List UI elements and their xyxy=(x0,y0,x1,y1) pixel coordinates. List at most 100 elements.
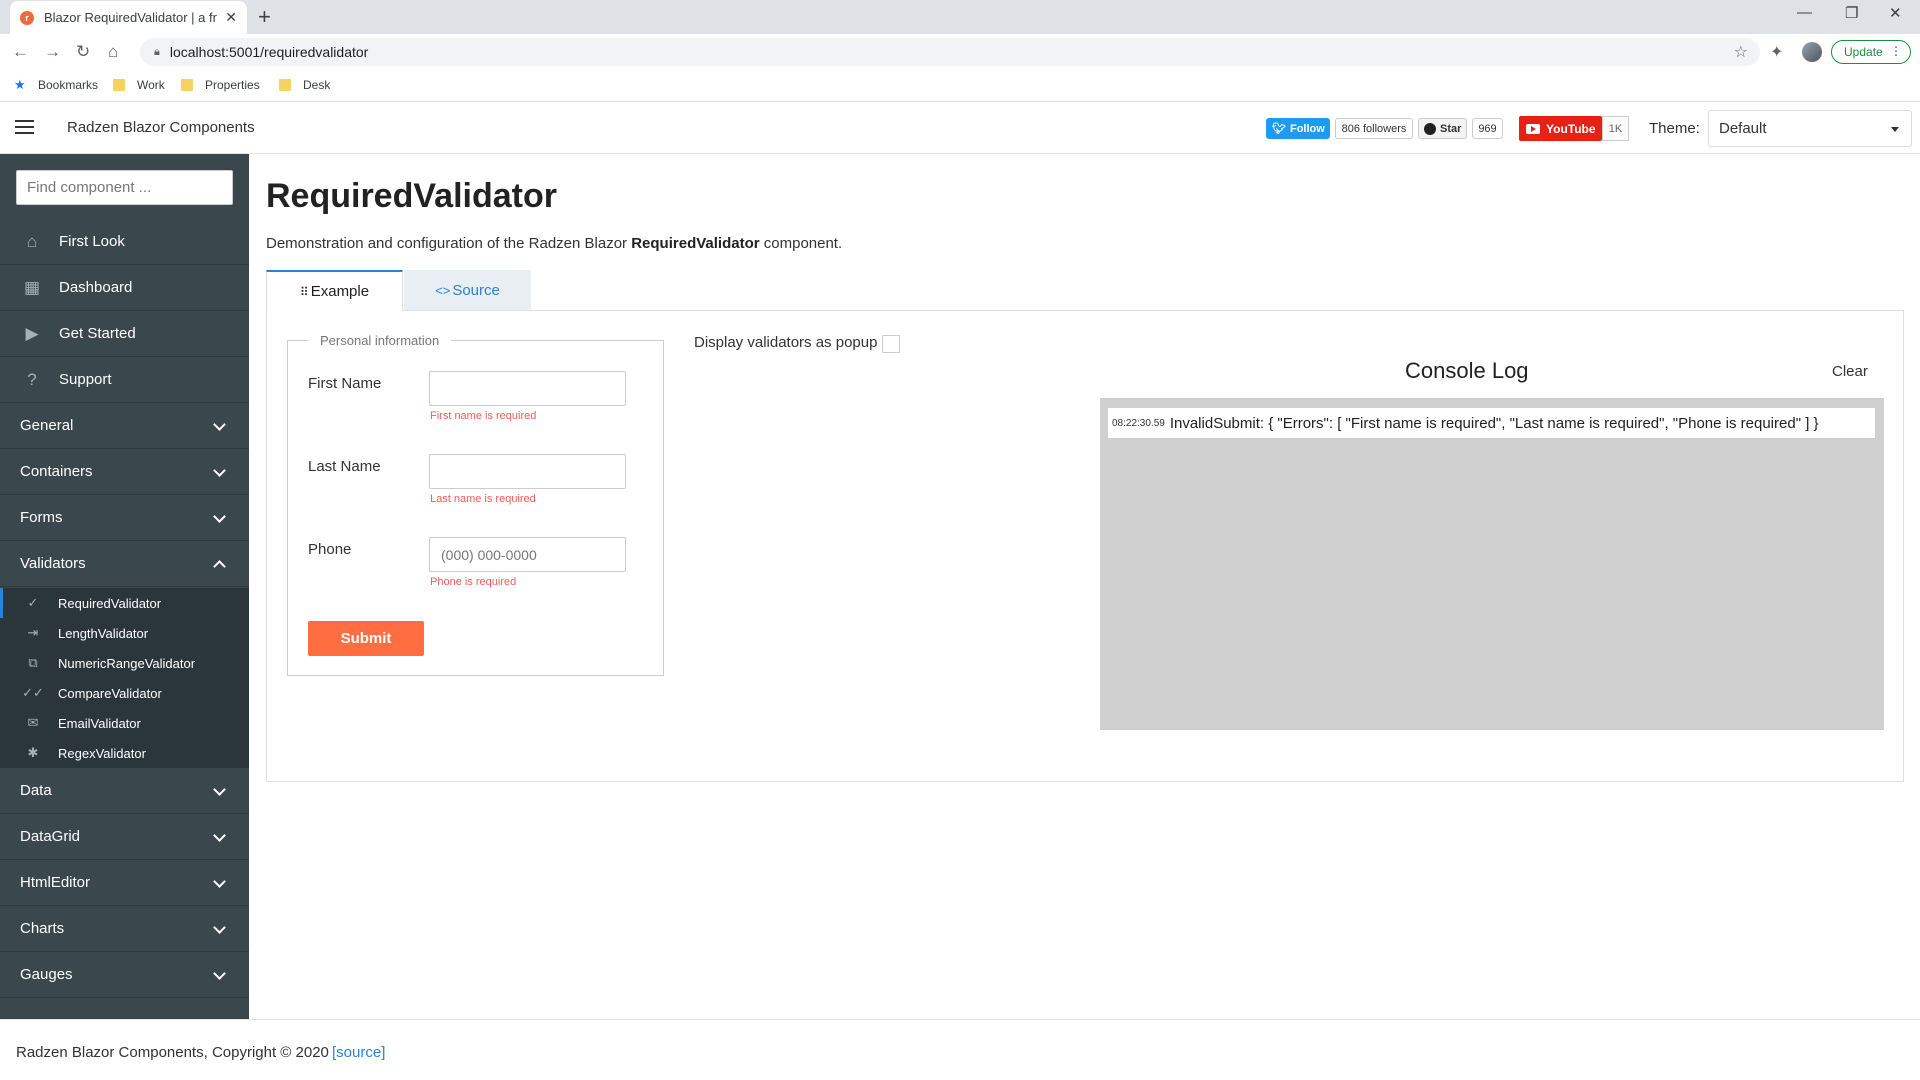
restore-icon[interactable]: ❐ xyxy=(1845,4,1858,22)
first-name-input[interactable] xyxy=(429,371,626,406)
email-icon: ✉ xyxy=(27,715,39,730)
sidebar-item-required-validator[interactable]: ✓ RequiredValidator xyxy=(0,588,249,618)
youtube-count[interactable]: 1K xyxy=(1602,116,1629,141)
chevron-down-icon xyxy=(213,510,226,523)
menu-dots-icon[interactable]: ⋮ xyxy=(1890,44,1902,58)
lock-icon: 🔒︎ xyxy=(154,45,160,58)
radzen-favicon-icon: r xyxy=(20,10,34,25)
first-name-error: First name is required xyxy=(430,410,537,422)
tab-source[interactable]: <> Source xyxy=(404,270,531,310)
sidebar-item-support[interactable]: ? Support xyxy=(0,357,249,403)
bookmark-desk[interactable]: Desk xyxy=(279,78,330,92)
bookmark-bookmarks[interactable]: ★ Bookmarks xyxy=(14,77,98,93)
twitter-followers-count[interactable]: 806 followers xyxy=(1335,118,1413,139)
youtube-button[interactable]: YouTube xyxy=(1519,116,1602,141)
folder-icon xyxy=(181,79,193,91)
footer-copyright: Radzen Blazor Components, Copyright © 20… xyxy=(16,1044,329,1061)
console-entry: 08:22:30.59 InvalidSubmit: { "Errors": [… xyxy=(1108,408,1875,438)
theme-dropdown[interactable]: Default xyxy=(1708,110,1912,147)
console-clear-button[interactable]: Clear xyxy=(1832,363,1868,380)
sidebar-group-label: Charts xyxy=(20,920,65,937)
extensions-icon[interactable]: ✦ xyxy=(1770,42,1783,62)
sidebar-item-dashboard[interactable]: ▦ Dashboard xyxy=(0,265,249,311)
youtube-play-icon xyxy=(1526,123,1540,134)
hamburger-menu-icon[interactable] xyxy=(15,120,34,134)
profile-avatar[interactable] xyxy=(1802,42,1822,62)
grid-icon: ⠿ xyxy=(299,284,309,299)
window-close-icon[interactable]: ✕ xyxy=(1889,4,1902,22)
sidebar-group-general[interactable]: General xyxy=(0,403,249,449)
page-description: Demonstration and configuration of the R… xyxy=(266,235,842,252)
footer: Radzen Blazor Components, Copyright © 20… xyxy=(0,1019,1920,1080)
address-bar[interactable]: 🔒︎ localhost:5001/requiredvalidator ☆ xyxy=(140,38,1760,66)
sidebar-item-numeric-range-validator[interactable]: ⧉ NumericRangeValidator xyxy=(0,648,249,678)
reload-icon[interactable]: ↻ xyxy=(76,42,90,62)
update-button[interactable]: Update ⋮ xyxy=(1831,40,1911,64)
code-icon: <> xyxy=(435,282,451,298)
footer-source-link[interactable]: [source] xyxy=(332,1044,385,1061)
sidebar-item-length-validator[interactable]: ⇥ LengthValidator xyxy=(0,618,249,648)
sidebar-group-charts[interactable]: Charts xyxy=(0,906,249,952)
regex-icon: ✱ xyxy=(27,745,39,760)
popup-toggle-label: Display validators as popup xyxy=(694,334,878,351)
update-label: Update xyxy=(1844,45,1883,59)
tab-close-icon[interactable]: ✕ xyxy=(225,9,237,26)
console-log-area xyxy=(1100,398,1884,730)
tab-example[interactable]: ⠿ Example xyxy=(266,270,403,311)
sidebar-item-label: Get Started xyxy=(59,325,136,342)
bookmark-work[interactable]: Work xyxy=(113,78,165,92)
bookmark-label: Work xyxy=(137,78,165,92)
sidebar-item-label: EmailValidator xyxy=(58,715,141,731)
theme-label: Theme: xyxy=(1649,120,1700,137)
console-timestamp: 08:22:30.59 xyxy=(1112,417,1165,429)
last-name-input[interactable] xyxy=(429,454,626,489)
browser-tab[interactable]: r Blazor RequiredValidator | a free ✕ xyxy=(10,1,247,34)
sidebar-group-label: Validators xyxy=(20,555,86,572)
twitter-follow-button[interactable]: 🐦︎ Follow xyxy=(1266,118,1330,139)
dashboard-icon: ▦ xyxy=(23,277,41,297)
submit-button[interactable]: Submit xyxy=(308,621,424,656)
home-button-icon[interactable]: ⌂ xyxy=(108,42,118,62)
theme-value: Default xyxy=(1719,120,1767,137)
forward-icon[interactable]: → xyxy=(44,42,61,62)
sidebar-group-validators[interactable]: Validators xyxy=(0,541,249,587)
github-star-label: Star xyxy=(1440,122,1462,135)
search-input[interactable]: Find component ... xyxy=(16,170,233,205)
numeric-icon: ⧉ xyxy=(28,655,38,670)
sidebar-group-datagrid[interactable]: DataGrid xyxy=(0,814,249,860)
sidebar-group-htmleditor[interactable]: HtmlEditor xyxy=(0,860,249,906)
sidebar-group-data[interactable]: Data xyxy=(0,768,249,814)
sidebar-item-get-started[interactable]: ▶ Get Started xyxy=(0,311,249,357)
back-icon[interactable]: ← xyxy=(12,42,29,62)
github-star-count[interactable]: 969 xyxy=(1472,118,1503,139)
sidebar-group-gauges[interactable]: Gauges xyxy=(0,952,249,998)
sidebar-item-email-validator[interactable]: ✉ EmailValidator xyxy=(0,708,249,738)
chevron-down-icon xyxy=(213,783,226,796)
sidebar-item-first-look[interactable]: ⌂ First Look xyxy=(0,219,249,265)
sidebar-item-regex-validator[interactable]: ✱ RegexValidator xyxy=(0,738,249,768)
first-name-label: First Name xyxy=(308,375,382,392)
star-icon: ★ xyxy=(14,77,26,92)
new-tab-button[interactable]: + xyxy=(258,5,271,29)
home-icon: ⌂ xyxy=(26,231,38,251)
sidebar-group-containers[interactable]: Containers xyxy=(0,449,249,495)
description-bold: RequiredValidator xyxy=(631,235,760,252)
sidebar-item-compare-validator[interactable]: ✓✓ CompareValidator xyxy=(0,678,249,708)
bookmark-properties[interactable]: Properties xyxy=(181,78,260,92)
github-star-button[interactable]: Star xyxy=(1418,118,1467,139)
popup-checkbox[interactable] xyxy=(882,335,900,353)
sidebar-group-forms[interactable]: Forms xyxy=(0,495,249,541)
bookmark-star-icon[interactable]: ☆ xyxy=(1734,42,1748,62)
phone-input[interactable]: (000) 000-0000 xyxy=(429,537,626,572)
folder-icon xyxy=(279,79,291,91)
minimize-icon[interactable]: — xyxy=(1797,4,1812,21)
twitter-follow-label: Follow xyxy=(1289,122,1325,135)
sidebar-item-label: NumericRangeValidator xyxy=(58,655,196,671)
sidebar: Find component ... ⌂ First Look ▦ Dashbo… xyxy=(0,154,249,1019)
twitter-bird-icon: 🐦︎ xyxy=(1272,123,1286,135)
help-icon: ? xyxy=(27,369,37,389)
fieldset-legend: Personal information xyxy=(308,333,452,348)
sidebar-group-label: Gauges xyxy=(20,966,73,983)
sidebar-group-label: General xyxy=(20,417,74,434)
sidebar-item-label: Dashboard xyxy=(59,279,133,296)
